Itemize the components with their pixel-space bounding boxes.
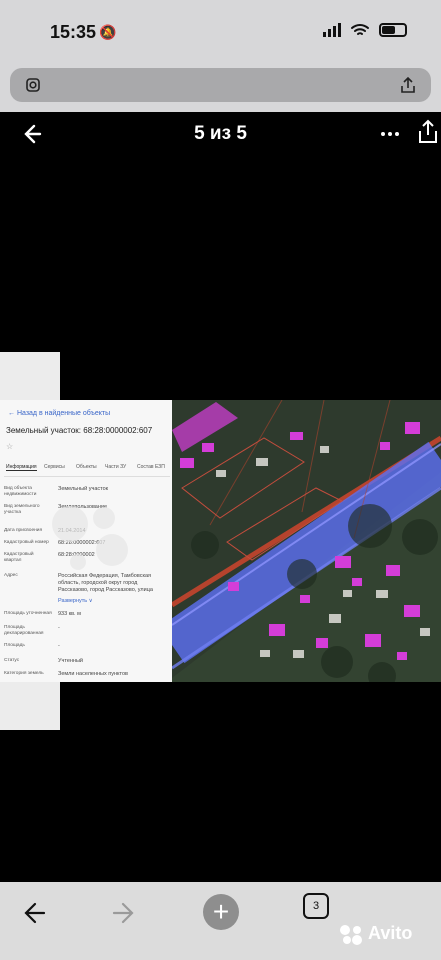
wifi-icon [351, 24, 369, 35]
browser-bottom-bar: + 3 Avito [0, 882, 441, 960]
image-counter: 5 из 5 [194, 123, 247, 144]
more-options-icon[interactable] [378, 122, 402, 146]
browser-address-area [0, 64, 441, 112]
image-viewer-header: 5 из 5 [0, 112, 441, 156]
share-icon[interactable] [416, 119, 440, 145]
avito-logo-icon [340, 925, 362, 945]
tabs-counter-button[interactable]: 3 [303, 893, 329, 919]
new-tab-button[interactable]: + [203, 894, 239, 930]
watermark-logo [52, 506, 128, 570]
share-icon[interactable] [399, 76, 417, 94]
signal-icon [323, 23, 341, 37]
address-bar[interactable] [10, 68, 431, 102]
listing-photo[interactable]: ← Назад в найденные объекты Земельный уч… [0, 352, 441, 730]
avito-wordmark: Avito [368, 923, 413, 943]
lens-icon[interactable] [24, 76, 42, 94]
satellite-map [172, 400, 441, 682]
back-nav-icon[interactable] [15, 896, 49, 930]
battery-icon [379, 23, 407, 37]
avito-watermark: Avito [338, 922, 428, 946]
system-icons [323, 23, 407, 37]
status-time: 15:35 [50, 22, 97, 42]
mute-bell-icon: 🔕 [99, 24, 117, 40]
cadastral-screen: ← Назад в найденные объекты Земельный уч… [0, 400, 172, 682]
status-bar: 15:35 🔕 [0, 0, 441, 64]
forward-nav-icon[interactable] [109, 896, 143, 930]
